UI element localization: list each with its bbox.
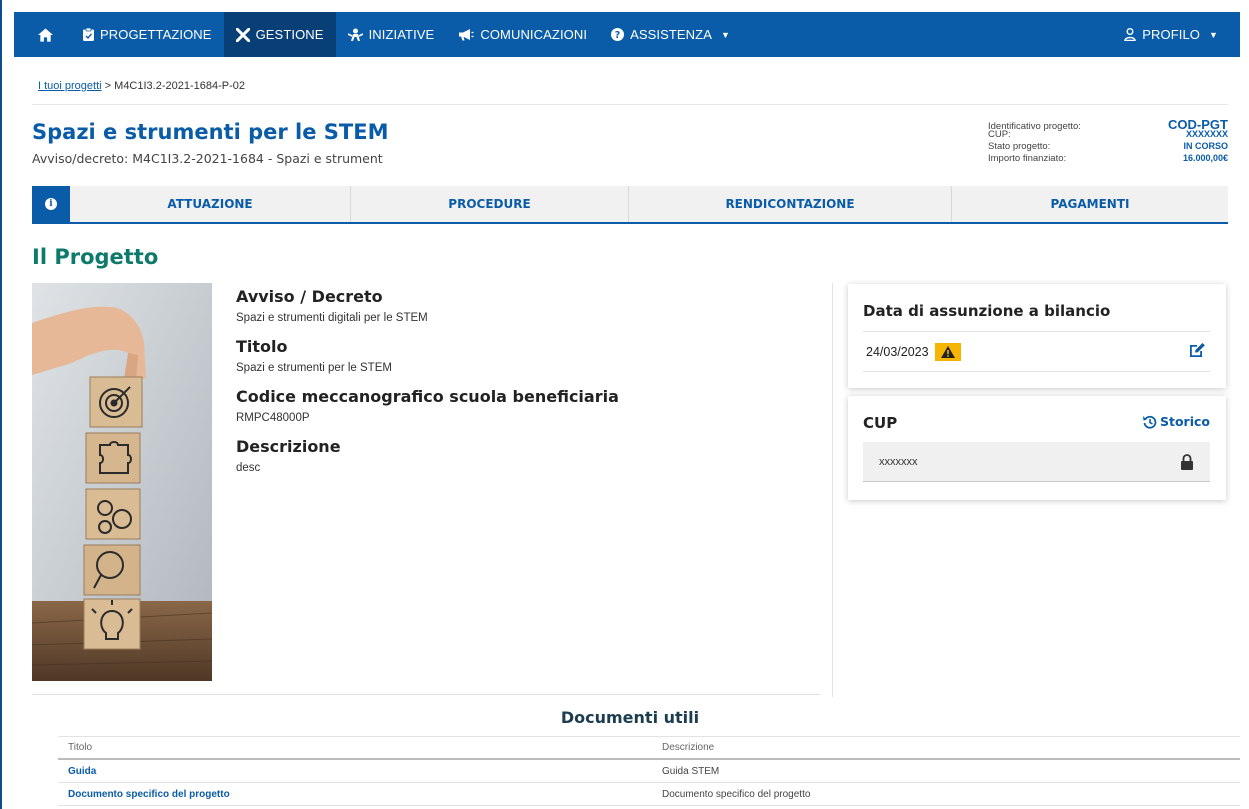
top-navbar: PROGETTAZIONE GESTIONE INIZIATIVE COMUNI…: [14, 12, 1240, 57]
nav-progettazione[interactable]: PROGETTAZIONE: [71, 12, 224, 57]
titolo-value: Spazi e strumenti per le STEM: [236, 362, 392, 374]
project-cup-value: XXXXXXX: [1185, 129, 1228, 139]
titolo-label: Titolo: [236, 337, 288, 356]
nav-comunicazioni-label: COMUNICAZIONI: [480, 27, 588, 42]
info-icon: i: [45, 198, 57, 210]
question-icon: ?: [611, 28, 625, 41]
page-title: Spazi e strumenti per le STEM: [32, 120, 389, 144]
descrizione-label: Descrizione: [236, 437, 341, 456]
horizontal-divider: [32, 694, 820, 695]
home-icon: [38, 27, 53, 42]
cup-card-title: CUP: [863, 414, 898, 432]
document-description: Guida STEM: [662, 765, 720, 777]
tab-pagamenti[interactable]: PAGAMENTI: [952, 186, 1228, 222]
chevron-down-icon: ▼: [721, 29, 731, 40]
descrizione-value: desc: [236, 462, 261, 474]
document-link-guida[interactable]: Guida: [58, 766, 654, 777]
megaphone-icon: [459, 29, 474, 41]
tab-rendicontazione[interactable]: RENDICONTAZIONE: [629, 186, 952, 222]
project-amount-label: Importo finanziato:: [988, 153, 1067, 164]
warning-icon: [934, 342, 961, 361]
nav-home[interactable]: [14, 12, 71, 57]
storico-label: Storico: [1159, 414, 1210, 429]
tools-icon: [235, 27, 250, 42]
nav-profilo-label: PROFILO: [1142, 27, 1200, 42]
lock-icon: [1180, 454, 1194, 474]
project-info: Identificativo progetto: COD-PGT CUP: XX…: [988, 117, 1228, 165]
tab-procedure[interactable]: PROCEDURE: [351, 186, 629, 222]
breadcrumb-current: M4C1I3.2-2021-1684-P-02: [114, 80, 246, 92]
avviso-value: Spazi e strumenti digitali per le STEM: [236, 312, 428, 324]
svg-text:?: ?: [615, 30, 621, 41]
nav-progettazione-label: PROGETTAZIONE: [100, 27, 212, 42]
user-icon: [1124, 28, 1136, 41]
chevron-down-icon: ▼: [1208, 29, 1218, 40]
section-title: Il Progetto: [32, 245, 159, 269]
documents-table-header: Titolo Descrizione: [58, 736, 1240, 760]
nav-comunicazioni[interactable]: COMUNICAZIONI: [446, 12, 599, 57]
nav-iniziative-label: INIZIATIVE: [368, 27, 435, 42]
breadcrumb: I tuoi progetti > M4C1I3.2-2021-1684-P-0…: [38, 80, 245, 92]
header-descrizione: Descrizione: [662, 742, 715, 753]
header-titolo: Titolo: [68, 742, 93, 753]
bilancio-card: Data di assunzione a bilancio 24/03/2023: [848, 284, 1226, 388]
project-details: Avviso / Decreto Spazi e strumenti digit…: [236, 287, 816, 487]
nav-iniziative[interactable]: INIZIATIVE: [336, 12, 447, 57]
project-cup-label: CUP:: [988, 129, 1011, 140]
document-description: Documento specifico del progetto: [662, 788, 811, 800]
bilancio-date-row: 24/03/2023: [863, 332, 1210, 372]
vertical-divider: [832, 283, 833, 697]
storico-link[interactable]: Storico: [1142, 414, 1210, 429]
project-amount-value: 16.000,00€: [1182, 153, 1228, 163]
cup-field: xxxxxxx: [863, 442, 1210, 482]
project-tabs: i ATTUAZIONE PROCEDURE RENDICONTAZIONE P…: [32, 186, 1228, 224]
codice-label: Codice meccanografico scuola beneficiari…: [236, 387, 619, 406]
history-icon: [1142, 415, 1157, 429]
nav-gestione[interactable]: GESTIONE: [223, 12, 336, 57]
bilancio-date-value: 24/03/2023: [866, 344, 929, 359]
breadcrumb-separator: >: [104, 80, 112, 92]
table-row: Documento specifico del progetto Documen…: [58, 783, 1240, 806]
app-frame: PROGETTAZIONE GESTIONE INIZIATIVE COMUNI…: [0, 0, 1249, 809]
edit-icon[interactable]: [1188, 342, 1206, 363]
table-row: Guida Guida STEM: [58, 760, 1240, 783]
tab-info[interactable]: i: [32, 186, 70, 222]
nav-assistenza-label: ASSISTENZA: [630, 27, 712, 42]
document-link-specifico[interactable]: Documento specifico del progetto: [58, 789, 654, 800]
bilancio-card-title: Data di assunzione a bilancio: [863, 302, 1111, 320]
nav-gestione-label: GESTIONE: [255, 27, 324, 42]
avviso-label: Avviso / Decreto: [236, 287, 383, 306]
cup-card: CUP Storico xxxxxxx: [848, 396, 1226, 500]
cup-field-value: xxxxxxx: [879, 455, 918, 468]
documents-table: Titolo Descrizione Guida Guida STEM Docu…: [58, 736, 1240, 806]
codice-value: RMPC48000P: [236, 412, 310, 424]
project-id-row: Identificativo progetto: COD-PGT: [988, 117, 1228, 132]
project-illustration: [32, 283, 212, 681]
divider: [32, 104, 1228, 105]
project-status-label: Stato progetto:: [988, 141, 1051, 152]
nav-profilo[interactable]: PROFILO ▼: [1112, 12, 1240, 57]
breadcrumb-link-progetti[interactable]: I tuoi progetti: [38, 80, 102, 92]
documents-title: Documenti utili: [560, 708, 700, 727]
tab-attuazione[interactable]: ATTUAZIONE: [70, 186, 351, 222]
clipboard-icon: [83, 28, 94, 41]
page-subtitle: Avviso/decreto: M4C1I3.2-2021-1684 - Spa…: [32, 151, 383, 166]
project-status-row: Stato progetto: IN CORSO: [988, 141, 1228, 153]
project-status-value: IN CORSO: [1183, 141, 1228, 151]
project-amount-row: Importo finanziato: 16.000,00€: [988, 153, 1228, 165]
nav-assistenza[interactable]: ? ASSISTENZA ▼: [599, 12, 742, 57]
people-icon: [347, 28, 363, 41]
